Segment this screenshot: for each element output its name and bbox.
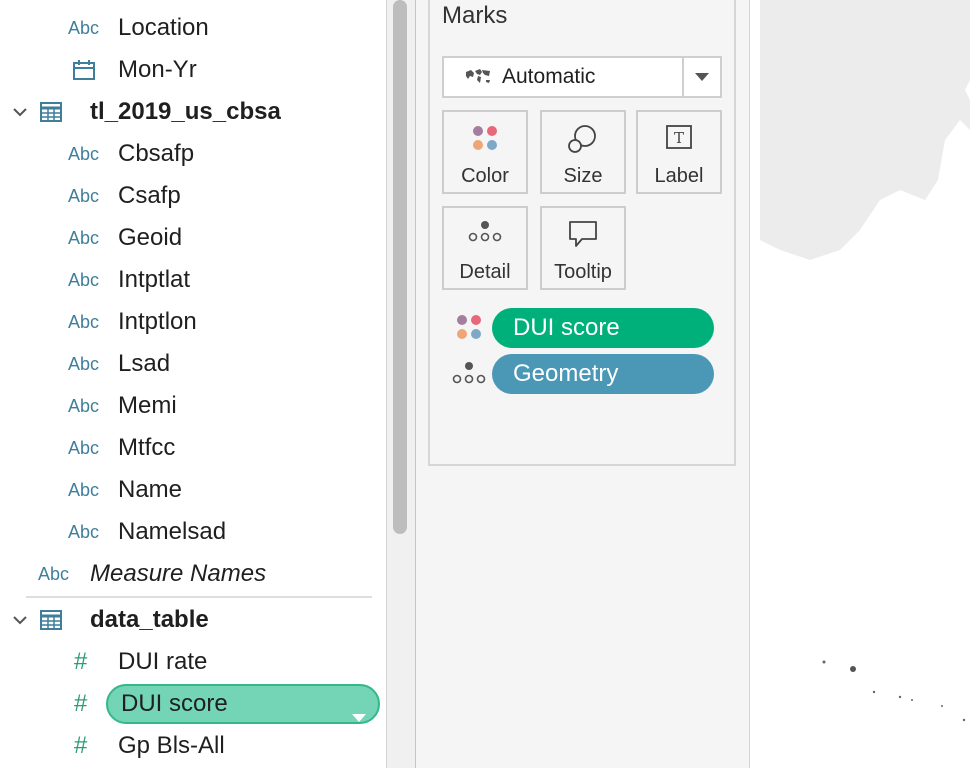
string-type-icon: Abc bbox=[68, 311, 100, 332]
field-label: Gp Bls-All bbox=[118, 732, 225, 759]
string-type-icon: Abc bbox=[68, 353, 100, 374]
field-label: DUI rate bbox=[118, 648, 208, 675]
string-type-icon: Abc bbox=[38, 563, 70, 584]
field-label: Memi bbox=[118, 392, 177, 419]
map-canvas bbox=[760, 0, 970, 722]
detail-button[interactable]: Detail bbox=[442, 206, 528, 290]
caret-down-icon[interactable] bbox=[352, 701, 366, 729]
shelf-pill-dui-score[interactable]: DUI score bbox=[492, 308, 714, 348]
string-type-icon: Abc bbox=[68, 227, 100, 248]
field-memi[interactable]: Abc Memi bbox=[68, 386, 177, 426]
table-icon bbox=[40, 610, 90, 630]
string-type-icon: Abc bbox=[68, 185, 100, 206]
table-icon bbox=[40, 102, 90, 122]
field-label: Location bbox=[118, 14, 209, 41]
field-cbsafp[interactable]: Abc Cbsafp bbox=[68, 134, 194, 174]
number-type-icon: # bbox=[74, 732, 88, 759]
field-label: Lsad bbox=[118, 350, 171, 377]
field-intptlon[interactable]: Abc Intptlon bbox=[68, 302, 197, 342]
map-view[interactable] bbox=[760, 0, 970, 768]
color-button[interactable]: Color bbox=[442, 110, 528, 194]
size-icon bbox=[568, 125, 596, 153]
color-dots-icon bbox=[473, 126, 497, 150]
string-type-icon: Abc bbox=[68, 395, 100, 416]
svg-text:T: T bbox=[674, 129, 684, 147]
field-label: Intptlon bbox=[118, 308, 197, 335]
tooltip-label: Tooltip bbox=[554, 261, 612, 283]
table-data-table[interactable]: data_table bbox=[0, 600, 209, 640]
field-measure-names[interactable]: Abc Measure Names bbox=[38, 554, 266, 594]
string-type-icon: Abc bbox=[68, 17, 100, 38]
dropdown-arrow-icon[interactable] bbox=[682, 58, 720, 96]
field-label: Mtfcc bbox=[118, 434, 176, 461]
table-name: data_table bbox=[90, 606, 209, 633]
section-divider bbox=[26, 596, 372, 598]
size-label: Size bbox=[563, 165, 603, 187]
detail-icon bbox=[468, 221, 502, 242]
mark-type-label: Automatic bbox=[502, 65, 596, 88]
field-label: Cbsafp bbox=[118, 140, 195, 167]
field-dui-rate[interactable]: # DUI rate bbox=[68, 642, 207, 682]
size-button[interactable]: Size bbox=[540, 110, 626, 194]
field-label: Measure Names bbox=[90, 560, 267, 587]
mark-type-select[interactable]: Automatic bbox=[442, 56, 722, 98]
string-type-icon: Abc bbox=[68, 479, 100, 500]
string-type-icon: Abc bbox=[68, 143, 100, 164]
chevron-down-icon[interactable] bbox=[0, 615, 40, 625]
field-namelsad[interactable]: Abc Namelsad bbox=[68, 512, 226, 552]
field-dui-score-pill[interactable]: DUI score bbox=[106, 684, 380, 724]
field-geoid[interactable]: Abc Geoid bbox=[68, 218, 182, 258]
world-map-icon bbox=[464, 67, 492, 87]
chevron-down-icon[interactable] bbox=[0, 107, 40, 117]
field-label: DUI score bbox=[121, 690, 228, 717]
field-mtfcc[interactable]: Abc Mtfcc bbox=[68, 428, 175, 468]
field-intptlat[interactable]: Abc Intptlat bbox=[68, 260, 190, 300]
field-label: Mon-Yr bbox=[118, 56, 197, 83]
tooltip-icon bbox=[569, 221, 597, 247]
string-type-icon: Abc bbox=[68, 437, 100, 458]
table-tl-2019-us-cbsa[interactable]: tl_2019_us_cbsa bbox=[0, 92, 281, 132]
string-type-icon: Abc bbox=[68, 269, 100, 290]
color-dots-icon bbox=[454, 312, 484, 347]
field-csafp[interactable]: Abc Csafp bbox=[68, 176, 181, 216]
table-name: tl_2019_us_cbsa bbox=[90, 98, 281, 125]
text-label-icon: T bbox=[666, 125, 692, 149]
field-label: Geoid bbox=[118, 224, 183, 251]
field-name[interactable]: Abc Name bbox=[68, 470, 182, 510]
color-label: Color bbox=[461, 165, 509, 187]
field-mon-yr[interactable]: Mon-Yr bbox=[68, 50, 197, 90]
tooltip-button[interactable]: Tooltip bbox=[540, 206, 626, 290]
label-label: Label bbox=[654, 165, 704, 187]
field-label: Intptlat bbox=[118, 266, 191, 293]
shelf-pill-geometry[interactable]: Geometry bbox=[492, 354, 714, 394]
detail-icon bbox=[452, 360, 486, 391]
data-pane: Abc Location Mon-Yr tl_2019_us_cbsa Abc … bbox=[0, 0, 386, 768]
calendar-icon bbox=[68, 59, 118, 81]
field-label: Csafp bbox=[118, 182, 181, 209]
number-type-icon: # bbox=[74, 648, 88, 675]
pill-label: Geometry bbox=[513, 360, 619, 387]
scrollbar-thumb[interactable] bbox=[393, 0, 407, 534]
marks-title: Marks bbox=[442, 2, 508, 29]
detail-label: Detail bbox=[459, 261, 511, 283]
string-type-icon: Abc bbox=[68, 521, 100, 542]
field-location[interactable]: Abc Location bbox=[68, 8, 209, 48]
field-gp-bls-all[interactable]: # Gp Bls-All bbox=[68, 726, 225, 766]
label-button[interactable]: T Label bbox=[636, 110, 722, 194]
field-label: Namelsad bbox=[118, 518, 227, 545]
field-label: Name bbox=[118, 476, 183, 503]
field-lsad[interactable]: Abc Lsad bbox=[68, 344, 170, 384]
pill-label: DUI score bbox=[513, 314, 620, 341]
